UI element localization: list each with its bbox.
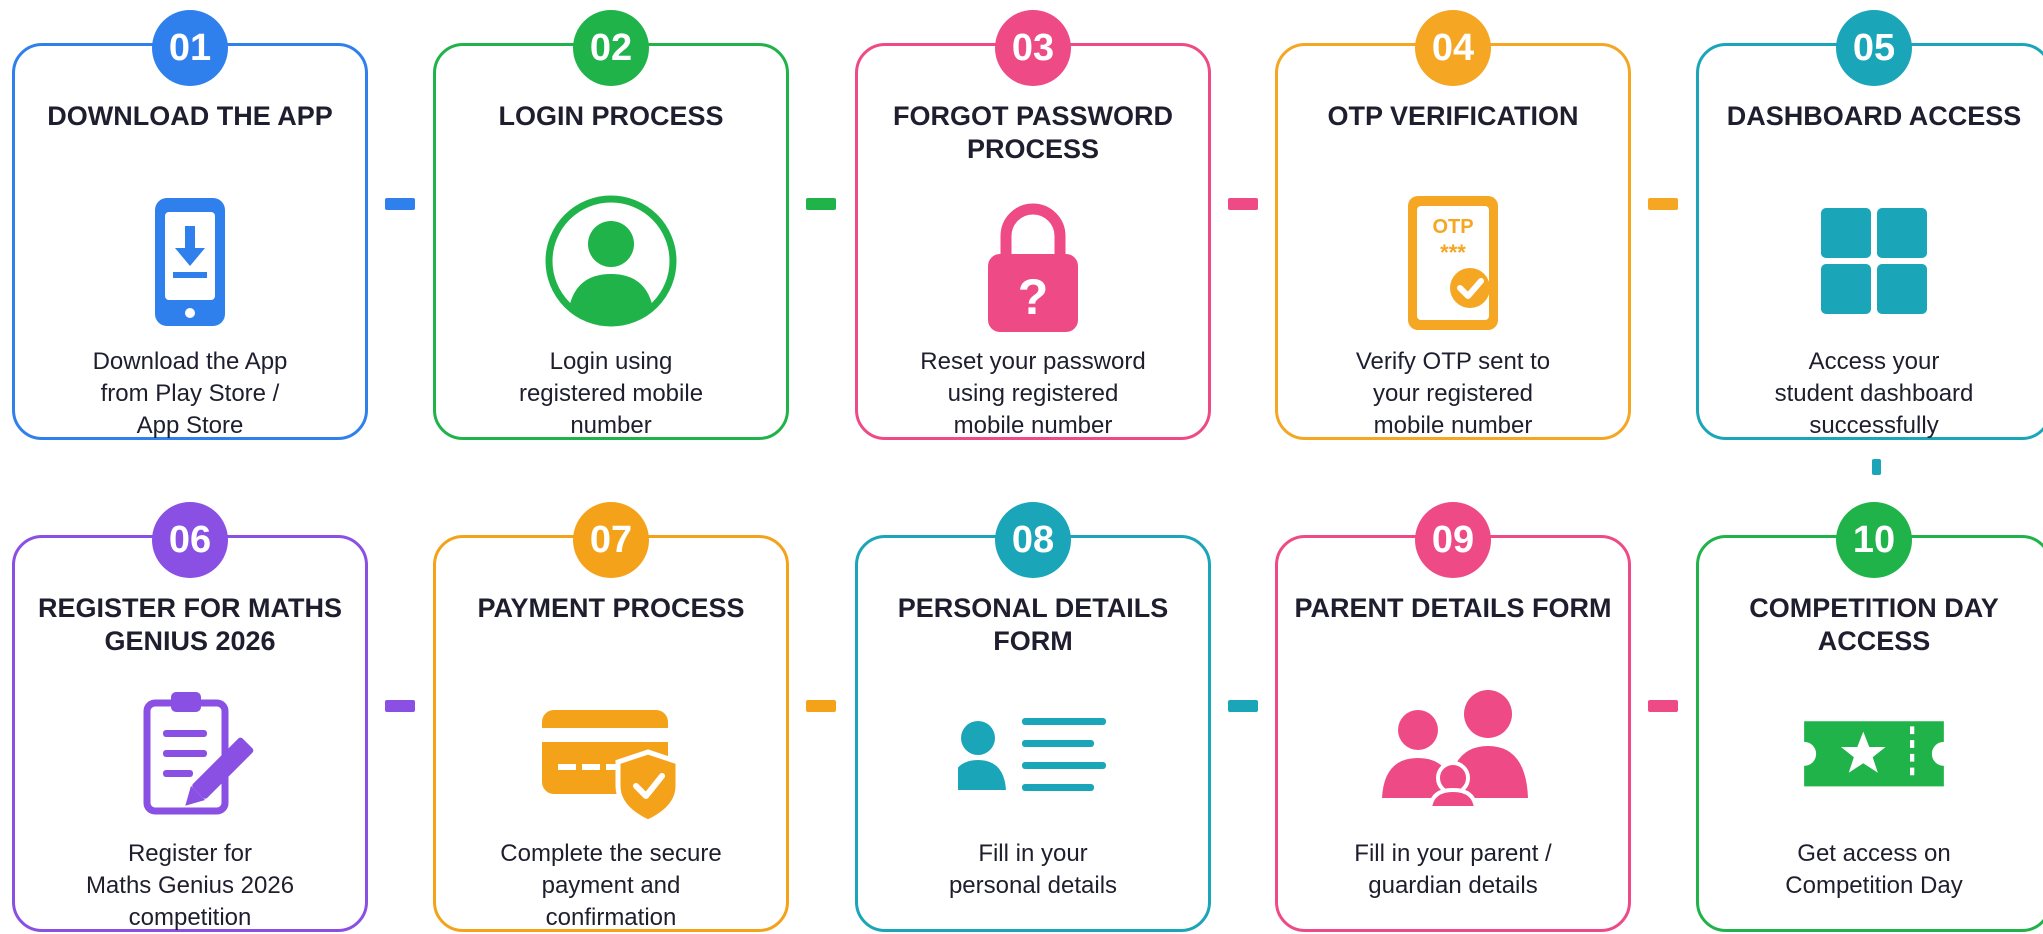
step-card-10: 10 COMPETITION DAY ACCESS Get access on … [1696, 502, 2043, 932]
step-number-badge: 07 [573, 502, 649, 578]
connector-08-09 [1228, 700, 1258, 712]
step-description-line: registered mobile [518, 380, 704, 407]
step-description-line: Complete the secure [500, 840, 722, 867]
step-description-line: your registered [1372, 380, 1534, 407]
svg-text:?: ? [1018, 269, 1049, 325]
otp-label: OTP [1432, 216, 1473, 238]
step-description-line: Reset your password [920, 348, 1146, 375]
step-title: LOGIN PROCESS [498, 101, 724, 131]
step-number-badge: 05 [1836, 10, 1912, 86]
step-title: OTP VERIFICATION [1327, 101, 1579, 131]
step-description-line: guardian details [1368, 872, 1538, 899]
step-card-05: 05 DASHBOARD ACCESS Access your student … [1696, 10, 2043, 440]
step-number-badge: 08 [995, 502, 1071, 578]
step-number-badge: 06 [152, 502, 228, 578]
step-card-01: 01 DOWNLOAD THE APP Download the App fro… [12, 10, 368, 440]
connector-03-04 [1228, 198, 1258, 210]
parent-child-icon [1378, 678, 1528, 828]
step-title: DASHBOARD ACCESS [1726, 101, 2022, 131]
ticket-star-icon [1799, 678, 1949, 828]
step-description-line: Maths Genius 2026 [85, 872, 295, 899]
step-number-badge: 10 [1836, 502, 1912, 578]
step-description-line: Login using [549, 348, 673, 375]
step-card-02: 02 LOGIN PROCESS Login using registered … [433, 10, 789, 440]
step-description-line: successfully [1809, 412, 1939, 439]
step-description-line: Access your [1808, 348, 1940, 375]
step-title: PARENT DETAILS FORM [1294, 593, 1612, 623]
step-description-line: Fill in your [978, 840, 1088, 867]
card-shield-icon [536, 678, 686, 828]
connector-02-03 [806, 198, 836, 210]
step-number-badge: 03 [995, 10, 1071, 86]
otp-stars: *** [1440, 240, 1466, 265]
step-card-08: 08 PERSONAL DETAILS FORM Fill in your pe… [855, 502, 1211, 932]
step-title: REGISTER FOR MATHS GENIUS 2026 [37, 593, 342, 656]
step-card-03: 03 FORGOT PASSWORD PROCESS ? Reset your … [855, 10, 1211, 440]
step-description-line: Get access on [1797, 840, 1951, 867]
padlock-question-icon: ? [958, 186, 1108, 336]
connector-07-08 [806, 700, 836, 712]
step-description-line: mobile number [1373, 412, 1533, 439]
clipboard-pencil-icon [115, 678, 265, 828]
step-title: PERSONAL DETAILS FORM [897, 593, 1169, 656]
step-description-line: Download the App [92, 348, 288, 375]
connector-01-02 [385, 198, 415, 210]
step-description-line: Competition Day [1785, 872, 1963, 899]
dashboard-grid-icon [1799, 186, 1949, 336]
connector-06-07 [385, 700, 415, 712]
step-description-line: number [570, 412, 652, 439]
step-description-line: using registered [947, 380, 1119, 407]
step-number-badge: 01 [152, 10, 228, 86]
step-description-line: payment and [541, 872, 681, 899]
connector-09-10 [1648, 700, 1678, 712]
connector-05-10 [1872, 459, 1881, 475]
step-title: DOWNLOAD THE APP [47, 101, 333, 131]
step-title: PAYMENT PROCESS [477, 593, 745, 623]
step-number-badge: 04 [1415, 10, 1491, 86]
step-description-line: Fill in your parent / [1354, 840, 1552, 867]
connector-04-05 [1648, 198, 1678, 210]
profile-form-icon [958, 678, 1108, 828]
step-description-line: Verify OTP sent to [1355, 348, 1551, 375]
step-description-line: Register for [127, 840, 253, 867]
user-login-icon [536, 186, 686, 336]
step-title: COMPETITION DAY ACCESS [1749, 593, 1999, 656]
step-card-04: 04 OTP VERIFICATION OTP *** Verify OTP s… [1275, 10, 1631, 440]
step-description-line: confirmation [545, 904, 677, 931]
step-description-line: from Play Store / [100, 380, 280, 407]
step-card-07: 07 PAYMENT PROCESS Complete the secure p… [433, 502, 789, 932]
step-title: FORGOT PASSWORD PROCESS [893, 101, 1173, 164]
phone-download-icon [115, 186, 265, 336]
step-description-line: student dashboard [1774, 380, 1974, 407]
step-card-09: 09 PARENT DETAILS FORM Fill in your pare… [1275, 502, 1631, 932]
step-description-line: App Store [136, 412, 244, 439]
step-card-06: 06 REGISTER FOR MATHS GENIUS 2026 Regist… [12, 502, 368, 932]
step-number-badge: 09 [1415, 502, 1491, 578]
step-number-badge: 02 [573, 10, 649, 86]
step-description-line: competition [128, 904, 252, 931]
step-description-line: personal details [948, 872, 1118, 899]
step-description-line: mobile number [953, 412, 1113, 439]
otp-phone-icon: OTP *** [1378, 186, 1528, 336]
